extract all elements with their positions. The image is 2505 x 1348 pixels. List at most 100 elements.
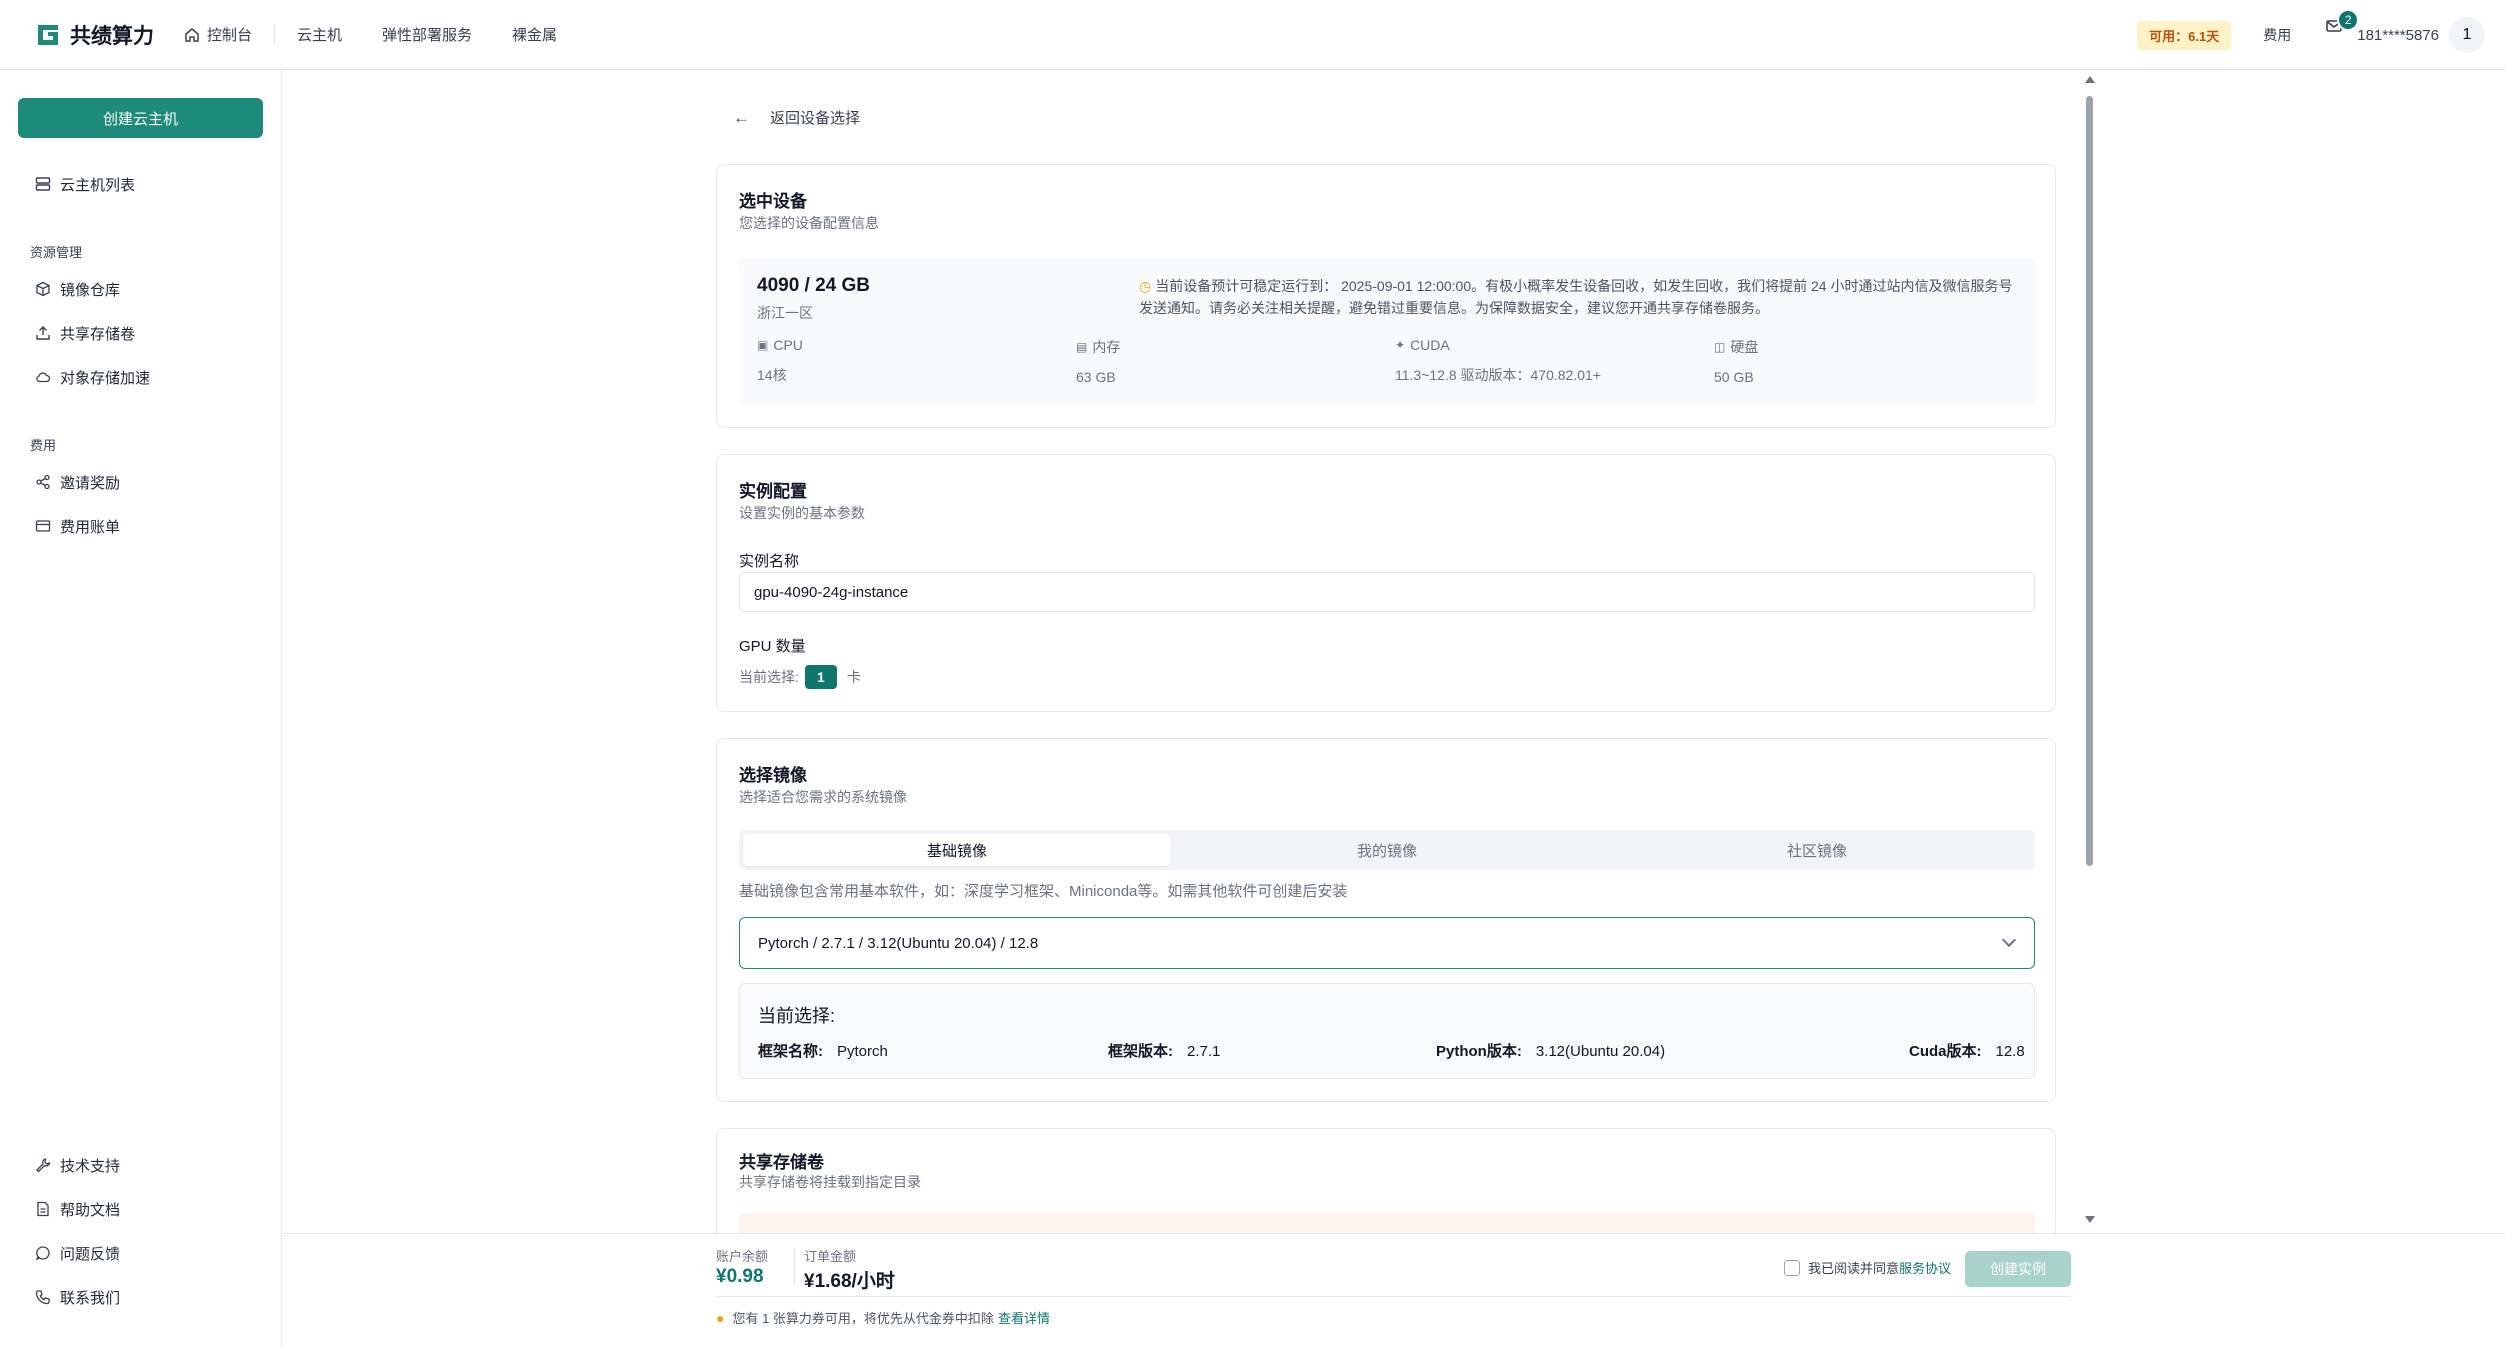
- nav-bare-metal-label: 裸金属: [512, 27, 558, 44]
- mail-count-badge: 2: [2337, 9, 2360, 31]
- sidebar-item-label: 问题反馈: [60, 1245, 121, 1263]
- detail-label: Cuda版本:: [1909, 1043, 1982, 1060]
- agreement-checkbox[interactable]: [1784, 1259, 1800, 1276]
- nav-elastic-deploy-label: 弹性部署服务: [382, 27, 473, 44]
- nav-dashboard[interactable]: 控制台: [184, 24, 252, 45]
- image-select-subtitle: 选择适合您需求的系统镜像: [739, 789, 907, 805]
- spec-memory: ▤ 内存 63 GB: [1076, 337, 1120, 385]
- sidebar-item-label: 对象存储加速: [60, 369, 151, 387]
- sidebar-item-image-repo[interactable]: 镜像仓库: [34, 277, 120, 301]
- nav-dashboard-label: 控制台: [207, 27, 253, 44]
- avatar[interactable]: 1: [2449, 17, 2485, 53]
- sidebar: 创建云主机 云主机列表 资源管理 镜像仓库 共享存储卷 对象存储加速 费用 邀请…: [0, 70, 282, 1348]
- sidebar-item-tech-support[interactable]: 技术支持: [34, 1153, 120, 1177]
- phone-icon: [34, 1289, 51, 1306]
- box-icon: [34, 281, 51, 298]
- selected-device-card: 选中设备 您选择的设备配置信息 4090 / 24 GB 浙江一区 ◷ 当前设备预…: [716, 164, 2056, 428]
- coupon-details-link[interactable]: 查看详情: [998, 1308, 1050, 1327]
- available-days-badge: 可用：6.1天: [2137, 20, 2232, 50]
- scroll-down-arrow[interactable]: [2085, 1216, 2095, 1223]
- user-phone[interactable]: 181****5876: [2357, 27, 2439, 44]
- sidebar-item-host-list[interactable]: 云主机列表: [34, 172, 135, 196]
- spec-cpu: ▣ CPU 14核: [757, 337, 803, 385]
- sidebar-item-feedback[interactable]: 问题反馈: [34, 1241, 120, 1265]
- back-label: 返回设备选择: [770, 110, 861, 127]
- nav-bare-metal[interactable]: 裸金属: [512, 24, 557, 45]
- tab-community-image[interactable]: 社区镜像: [1603, 834, 2031, 866]
- scrollbar-thumb[interactable]: [2086, 96, 2093, 866]
- nav-cloud-host[interactable]: 云主机: [297, 24, 342, 45]
- detail-label: Python版本:: [1436, 1043, 1522, 1060]
- mail-button[interactable]: 2: [2325, 9, 2360, 45]
- document-icon: [34, 1201, 51, 1218]
- instance-config-title: 实例配置: [739, 482, 807, 501]
- brand-logo[interactable]: 共绩算力: [34, 20, 154, 50]
- storage-warning-banner: [739, 1213, 2035, 1233]
- sidebar-item-label: 技术支持: [60, 1157, 121, 1175]
- detail-python-version: Python版本: 3.12(Ubuntu 20.04): [1436, 1040, 1665, 1061]
- shared-storage-title: 共享存储卷: [739, 1153, 824, 1172]
- chat-icon: [34, 1245, 51, 1262]
- memory-icon: ▤: [1076, 340, 1088, 354]
- balance-label: 账户余额: [716, 1249, 769, 1264]
- card-icon: [34, 518, 51, 535]
- spec-label: CPU: [773, 337, 803, 353]
- sidebar-group-resources: 资源管理: [30, 245, 83, 260]
- share-icon: [34, 474, 51, 491]
- sidebar-item-billing[interactable]: 费用账单: [34, 514, 120, 538]
- tab-my-image[interactable]: 我的镜像: [1173, 834, 1601, 866]
- nav-elastic-deploy[interactable]: 弹性部署服务: [382, 24, 472, 45]
- image-select-card: 选择镜像 选择适合您需求的系统镜像 基础镜像 我的镜像 社区镜像 基础镜像包含常…: [716, 738, 2056, 1102]
- back-to-device-select[interactable]: ← 返回设备选择: [733, 107, 860, 128]
- create-cloud-host-button[interactable]: 创建云主机: [18, 98, 263, 138]
- sidebar-item-object-storage[interactable]: 对象存储加速: [34, 365, 150, 389]
- spec-label: 硬盘: [1730, 339, 1759, 355]
- lightbulb-icon: ●: [716, 1309, 725, 1326]
- brand-name: 共绩算力: [70, 24, 154, 48]
- order-footer: 账户余额 ¥0.98 订单金额 ¥1.68/小时 我已阅读并同意 服务协议 创建实…: [283, 1233, 2505, 1348]
- sidebar-group-fees: 费用: [30, 438, 57, 453]
- sidebar-item-label: 帮助文档: [60, 1201, 121, 1219]
- spec-label: CUDA: [1410, 337, 1450, 353]
- coupon-notice: ● 您有 1 张算力券可用，将优先从代金券中扣除 查看详情: [716, 1308, 1050, 1327]
- gpu-count-row: 当前选择: 1 卡: [739, 665, 861, 689]
- arrow-left-icon: ←: [733, 107, 750, 127]
- instance-name-input[interactable]: gpu-4090-24g-instance: [739, 572, 2035, 612]
- balance-value: ¥0.98: [716, 1266, 764, 1287]
- disk-icon: ◫: [1714, 340, 1726, 354]
- gpu-current-label: 当前选择:: [739, 669, 799, 685]
- chevron-down-icon: [2001, 932, 2017, 948]
- image-select-dropdown[interactable]: Pytorch / 2.7.1 / 3.12(Ubuntu 20.04) / 1…: [739, 917, 2035, 969]
- spec-value: 63 GB: [1076, 369, 1116, 385]
- home-icon: [185, 27, 199, 42]
- scroll-up-arrow[interactable]: [2085, 76, 2095, 83]
- cuda-icon: ✦: [1395, 338, 1406, 352]
- instance-name-label: 实例名称: [739, 553, 800, 570]
- image-select-value: Pytorch / 2.7.1 / 3.12(Ubuntu 20.04) / 1…: [758, 934, 1039, 952]
- sidebar-item-label: 镜像仓库: [60, 281, 121, 299]
- sidebar-item-invite[interactable]: 邀请奖励: [34, 470, 120, 494]
- device-region: 浙江一区: [757, 305, 813, 321]
- logo-icon: [38, 24, 58, 45]
- gpu-unit: 卡: [846, 669, 861, 685]
- detail-label: 框架名称:: [758, 1043, 823, 1060]
- device-notice: ◷ 当前设备预计可稳定运行到： 2025-09-01 12:00:00。有极小概率…: [1139, 275, 2019, 319]
- create-instance-button[interactable]: 创建实例: [1965, 1251, 2071, 1287]
- instance-config-card: 实例配置 设置实例的基本参数 实例名称 gpu-4090-24g-instanc…: [716, 454, 2056, 712]
- top-navbar: 共绩算力 控制台 云主机 弹性部署服务 裸金属 可用：6.1天 费用 2 181…: [0, 0, 2505, 70]
- footer-divider: [794, 1248, 795, 1286]
- gpu-count-chip[interactable]: 1: [804, 665, 837, 689]
- detail-cuda-version: Cuda版本: 12.8: [1909, 1040, 2025, 1061]
- tab-base-image[interactable]: 基础镜像: [743, 834, 1171, 866]
- spec-label: 内存: [1092, 339, 1121, 355]
- sidebar-item-label: 云主机列表: [60, 176, 136, 194]
- sidebar-item-help-docs[interactable]: 帮助文档: [34, 1197, 120, 1221]
- device-info-panel: 4090 / 24 GB 浙江一区 ◷ 当前设备预计可稳定运行到： 2025-09…: [739, 257, 2035, 405]
- service-agreement-link[interactable]: 服务协议: [1899, 1258, 1951, 1277]
- sidebar-item-label: 费用账单: [60, 518, 121, 536]
- fee-link[interactable]: 费用: [2263, 25, 2291, 45]
- cpu-icon: ▣: [757, 338, 769, 352]
- sidebar-item-shared-storage[interactable]: 共享存储卷: [34, 321, 135, 345]
- sidebar-item-label: 共享存储卷: [60, 325, 136, 343]
- sidebar-item-contact[interactable]: 联系我们: [34, 1285, 120, 1309]
